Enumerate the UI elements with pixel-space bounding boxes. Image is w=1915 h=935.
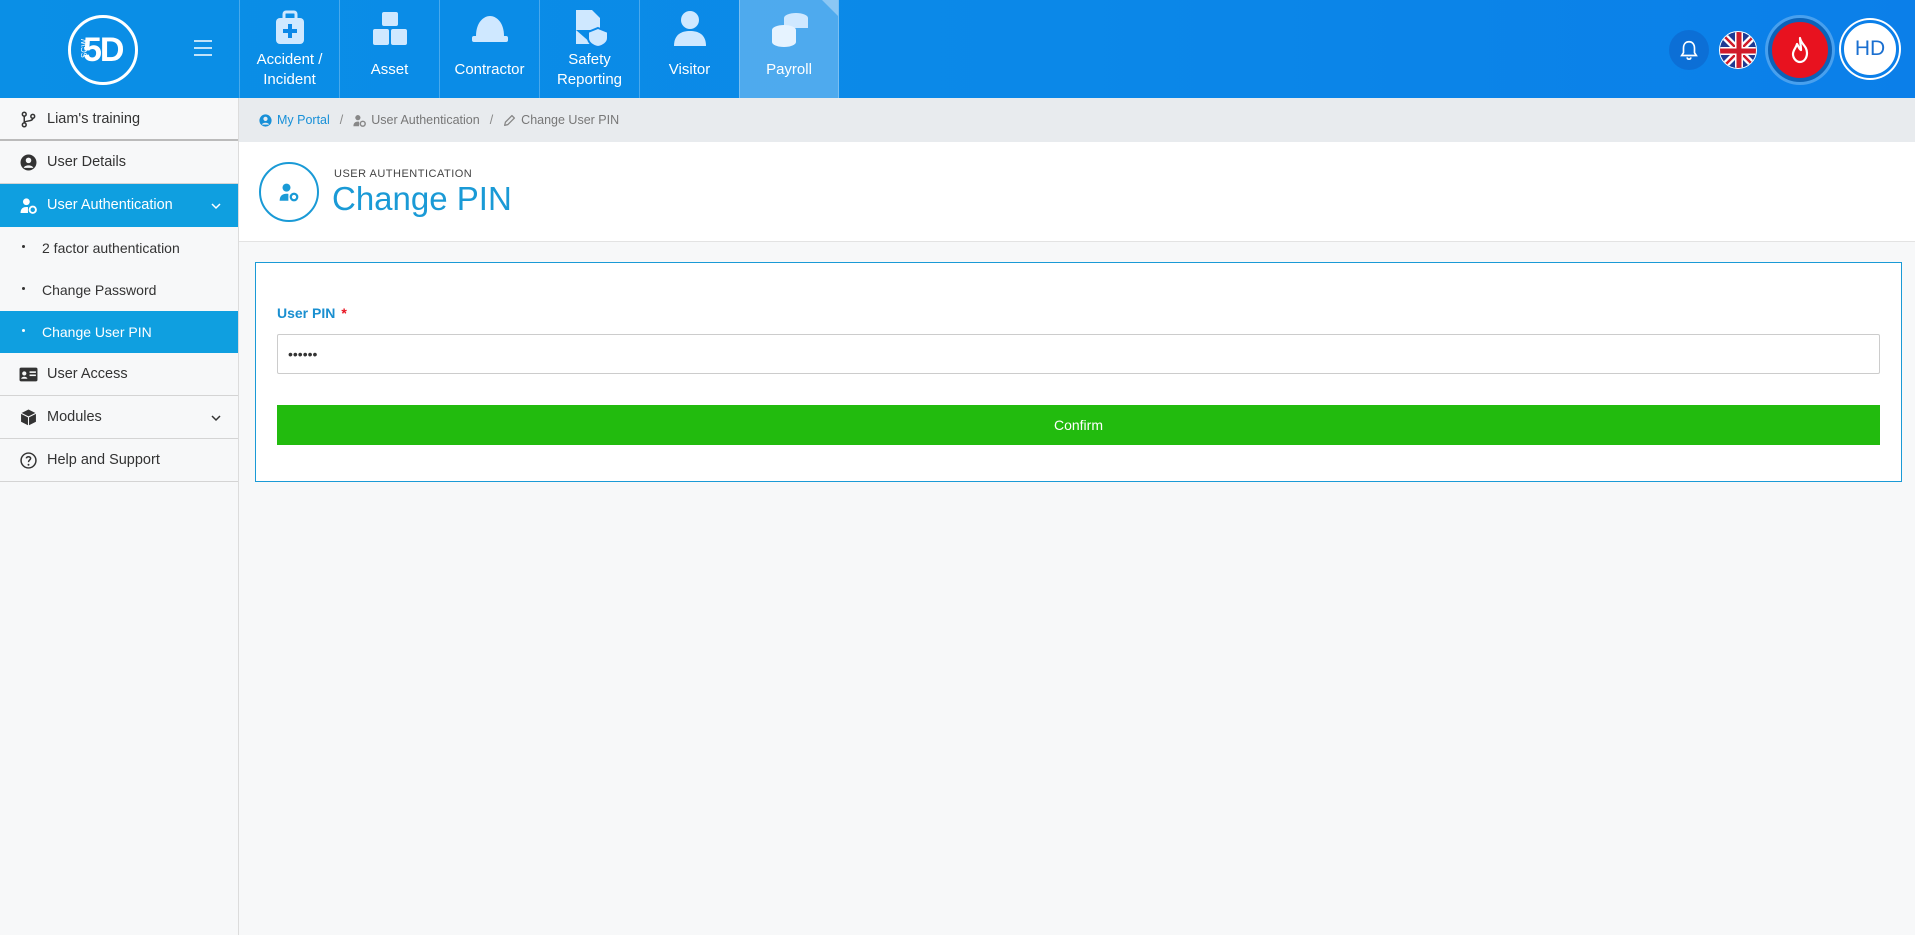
question-circle-icon — [20, 452, 37, 469]
sidebar-item-modules[interactable]: Modules — [0, 396, 238, 439]
sidebar-item-user-authentication[interactable]: User Authentication — [0, 184, 238, 227]
person-icon — [674, 11, 706, 46]
brand: SGW 5D — [0, 0, 240, 98]
cube-icon — [20, 409, 37, 426]
bullet — [22, 245, 25, 248]
sidebar-subitem-2fa[interactable]: 2 factor authentication — [0, 227, 238, 269]
user-pin-label-text: User PIN — [277, 305, 336, 321]
module-label: Payroll — [766, 61, 812, 78]
module-safety-reporting[interactable]: Safety Reporting — [539, 0, 639, 98]
logo-text: 5D — [83, 31, 124, 69]
sidebar: Liam's training User Details User Authen… — [0, 98, 239, 935]
sidebar-subitem-label: Change Password — [42, 282, 157, 298]
user-cog-icon — [20, 198, 37, 214]
page-header: USER AUTHENTICATION Change PIN — [239, 142, 1915, 242]
logo[interactable]: SGW 5D — [68, 15, 138, 85]
breadcrumb-separator: / — [339, 113, 344, 127]
page-kicker: USER AUTHENTICATION — [334, 168, 473, 180]
uk-flag-icon[interactable] — [1719, 31, 1757, 69]
sidebar-item-label: Modules — [47, 409, 102, 425]
change-pin-form: User PIN * Confirm — [255, 262, 1902, 482]
flame-icon — [1791, 36, 1809, 64]
module-asset[interactable]: Asset — [339, 0, 439, 98]
breadcrumb-home[interactable]: My Portal — [259, 113, 330, 127]
sidebar-subitem-change-user-pin[interactable]: Change User PIN — [0, 311, 238, 353]
module-nav: Accident / Incident Asset Contractor Saf… — [239, 0, 839, 98]
breadcrumb-section-label: User Authentication — [371, 113, 480, 127]
sidebar-item-label: User Authentication — [47, 197, 173, 213]
sidebar-item-help-support[interactable]: Help and Support — [0, 439, 238, 482]
breadcrumb: My Portal / User Authentication / Change… — [239, 98, 1915, 142]
coins-icon — [772, 13, 808, 47]
user-circle-icon — [259, 113, 272, 127]
fire-alarm-button[interactable] — [1768, 18, 1832, 82]
module-label: Visitor — [668, 61, 711, 78]
id-card-icon — [19, 367, 38, 382]
module-label: Accident / Incident — [256, 51, 323, 88]
module-contractor[interactable]: Contractor — [439, 0, 539, 98]
breadcrumb-home-label: My Portal — [277, 113, 330, 127]
sidebar-item-label: Liam's training — [47, 110, 141, 127]
chevron-down-icon — [211, 203, 221, 210]
chevron-down-icon — [211, 415, 221, 422]
module-payroll[interactable]: Payroll — [739, 0, 839, 98]
bullet — [22, 287, 25, 290]
first-aid-kit-icon — [276, 10, 304, 44]
breadcrumb-current-label: Change User PIN — [521, 113, 620, 127]
required-marker: * — [341, 305, 347, 321]
module-accident-incident[interactable]: Accident / Incident — [239, 0, 339, 98]
boxes-icon — [373, 12, 407, 45]
sidebar-item-label: User Access — [47, 366, 128, 382]
breadcrumb-current: Change User PIN — [503, 113, 619, 127]
bullet — [22, 329, 25, 332]
breadcrumb-separator: / — [489, 113, 494, 127]
sidebar-item-label: User Details — [47, 154, 126, 170]
user-cog-icon — [353, 114, 367, 127]
module-label: Asset — [370, 61, 409, 78]
page-title: Change PIN — [332, 180, 512, 217]
sidebar-item-user-access[interactable]: User Access — [0, 353, 238, 396]
user-circle-icon — [20, 154, 37, 171]
branch-icon — [21, 111, 36, 128]
sidebar-subitem-change-password[interactable]: Change Password — [0, 269, 238, 311]
module-visitor[interactable]: Visitor — [639, 0, 739, 98]
sidebar-item-liams-training[interactable]: Liam's training — [0, 98, 238, 141]
confirm-button[interactable]: Confirm — [277, 405, 1880, 445]
user-avatar[interactable]: HD — [1841, 20, 1899, 78]
sidebar-item-user-details[interactable]: User Details — [0, 141, 238, 184]
user-cog-icon — [259, 162, 319, 222]
hard-hat-icon — [472, 16, 508, 42]
menu-toggle-icon[interactable] — [194, 40, 212, 56]
top-bar: SGW 5D Accident / Incident Asset Contrac… — [0, 0, 1915, 98]
module-label: Contractor — [454, 61, 525, 78]
module-label: Safety Reporting — [556, 51, 623, 88]
notifications-bell-icon[interactable] — [1669, 30, 1709, 70]
sidebar-subitem-label: Change User PIN — [42, 324, 152, 340]
shield-document-icon — [576, 10, 609, 48]
sidebar-item-label: Help and Support — [47, 452, 160, 468]
sidebar-subitem-label: 2 factor authentication — [42, 240, 180, 256]
pencil-icon — [504, 114, 516, 126]
user-pin-input[interactable] — [277, 334, 1880, 374]
breadcrumb-section[interactable]: User Authentication — [353, 113, 480, 127]
user-pin-label: User PIN * — [277, 305, 347, 321]
